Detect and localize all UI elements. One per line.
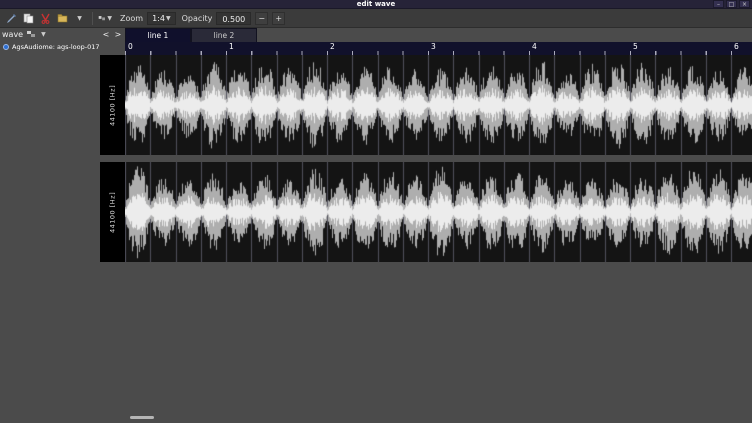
nav-back-button[interactable]: < [100,28,112,42]
ruler[interactable]: 0 1 2 3 4 5 6 [125,42,752,55]
paste-icon[interactable] [54,11,70,26]
samplerate-label: 44100 [Hz] [100,55,125,155]
opacity-decrease-button[interactable]: − [255,12,268,25]
opacity-increase-button[interactable]: + [272,12,285,25]
waveform-canvas-0[interactable] [125,55,752,155]
title-bar: edit wave – □ × [0,0,752,9]
copy-icon[interactable] [20,11,36,26]
nav-forward-button[interactable]: > [112,28,124,42]
waveform-canvas-1[interactable] [125,162,752,262]
cut-icon[interactable] [37,11,53,26]
zoom-label: Zoom [120,14,143,23]
toolbar: ▼ ▼ Zoom 1:4 ▼ Opacity 0.500 − + [0,9,752,28]
chevron-down-icon: ▼ [107,15,112,22]
close-button[interactable]: × [739,0,750,8]
audio-channel-label: AgsAudiome: ags-loop-017 [12,43,100,51]
line-tabs: line 1 line 2 [125,28,257,42]
wave-sidebar: wave ▼ AgsAudiome: ags-loop-017 [0,28,100,423]
ruler-tick-label: 3 [431,42,436,51]
tab-strip: < > line 1 line 2 [100,28,752,42]
ruler-tick-label: 4 [532,42,537,51]
list-item-audio-channel[interactable]: AgsAudiome: ags-loop-017 [0,41,100,52]
wave-level-icon[interactable] [26,30,37,39]
zoom-select[interactable]: 1:4 ▼ [147,12,176,25]
window-title: edit wave [0,0,752,9]
ruler-tick-label: 0 [128,42,133,51]
samplerate-label: 44100 [Hz] [100,162,125,262]
opacity-label: Opacity [182,14,213,23]
tab-line-2[interactable]: line 2 [191,28,257,42]
ruler-tick-label: 2 [330,42,335,51]
wave-channel-0: 44100 [Hz] [100,55,752,155]
chevron-down-icon: ▼ [77,15,82,22]
wave-channel-1: 44100 [Hz] [100,162,752,262]
sidebar-header-label: wave [2,30,23,39]
chevron-down-icon: ▼ [166,15,171,22]
ruler-tick-label: 5 [633,42,638,51]
horizontal-scrollbar[interactable] [130,416,154,419]
tool-menu-icon[interactable]: ▼ [97,11,113,26]
wave-editor: < > line 1 line 2 0 1 2 3 4 5 6 44100 [Hz] 441… [100,28,752,423]
zoom-value: 1:4 [152,14,165,23]
chevron-down-icon[interactable]: ▼ [41,31,46,38]
edit-dropdown-arrow[interactable]: ▼ [71,11,87,26]
opacity-value-field[interactable]: 0.500 [216,12,251,25]
edit-wave-window: edit wave – □ × [0,0,752,423]
maximize-button[interactable]: □ [726,0,737,8]
ruler-tick-label: 6 [734,42,739,51]
tab-line-1[interactable]: line 1 [125,28,191,42]
window-controls: – □ × [713,0,750,9]
sidebar-header: wave ▼ [0,28,100,41]
channel-enabled-radio[interactable] [3,44,9,50]
toolbar-separator [92,12,93,25]
ruler-tick-label: 1 [229,42,234,51]
position-tool-icon[interactable] [3,11,19,26]
minimize-button[interactable]: – [713,0,724,8]
